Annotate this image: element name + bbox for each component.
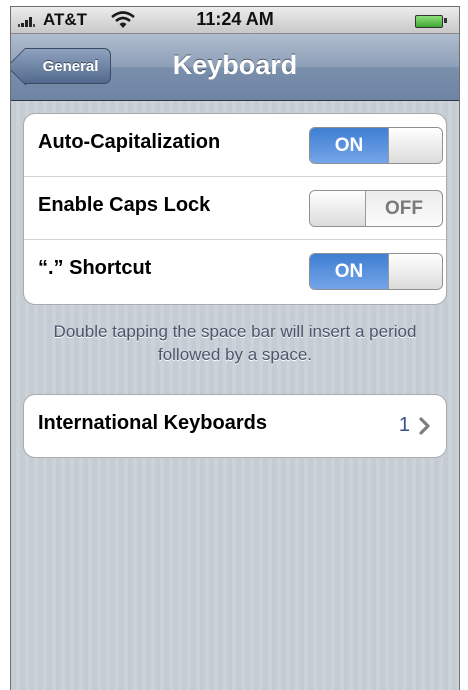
toggle-knob bbox=[388, 254, 442, 289]
back-button-wrapper[interactable]: General bbox=[11, 34, 121, 100]
battery-icon bbox=[415, 15, 443, 28]
period-shortcut-toggle[interactable]: ON bbox=[309, 253, 443, 290]
auto-capitalization-toggle[interactable]: ON bbox=[309, 127, 443, 164]
toggle-off-text: OFF bbox=[385, 197, 423, 219]
setting-label: “.” Shortcut bbox=[38, 257, 152, 279]
toggle-knob bbox=[310, 191, 366, 226]
status-bar: AT&T 11:24 AM bbox=[11, 7, 459, 34]
international-group: International Keyboards 1 bbox=[23, 394, 447, 458]
toggle-on-text: ON bbox=[310, 128, 388, 163]
back-button-label: General bbox=[42, 57, 99, 75]
setting-label: Auto-Capitalization bbox=[38, 131, 221, 153]
back-arrow-icon bbox=[11, 47, 45, 86]
setting-row-auto-capitalization: Auto-Capitalization ON bbox=[24, 114, 446, 177]
keyboard-settings-group: Auto-Capitalization ON Enable Caps Lock … bbox=[23, 113, 447, 305]
international-keyboards-count: 1 bbox=[398, 414, 410, 436]
status-time: 11:24 AM bbox=[196, 9, 274, 29]
navigation-bar: General Keyboard bbox=[11, 34, 459, 101]
battery-tip bbox=[444, 18, 447, 23]
setting-row-period-shortcut: “.” Shortcut ON bbox=[24, 240, 446, 303]
shortcut-description: Double tapping the space bar will insert… bbox=[53, 322, 417, 364]
setting-row-enable-caps-lock: Enable Caps Lock OFF bbox=[24, 177, 446, 240]
back-button[interactable]: General bbox=[11, 47, 111, 86]
international-keyboards-row[interactable]: International Keyboards 1 bbox=[24, 395, 446, 457]
chevron-right-icon bbox=[419, 417, 430, 435]
international-keyboards-label: International Keyboards bbox=[38, 412, 267, 434]
setting-label: Enable Caps Lock bbox=[38, 194, 211, 216]
iphone-screen: AT&T 11:24 AM General Keyboard Auto-Capi… bbox=[10, 6, 460, 690]
enable-caps-lock-toggle[interactable]: OFF bbox=[309, 190, 443, 227]
toggle-knob bbox=[388, 128, 442, 163]
toggle-on-text: ON bbox=[310, 254, 388, 289]
